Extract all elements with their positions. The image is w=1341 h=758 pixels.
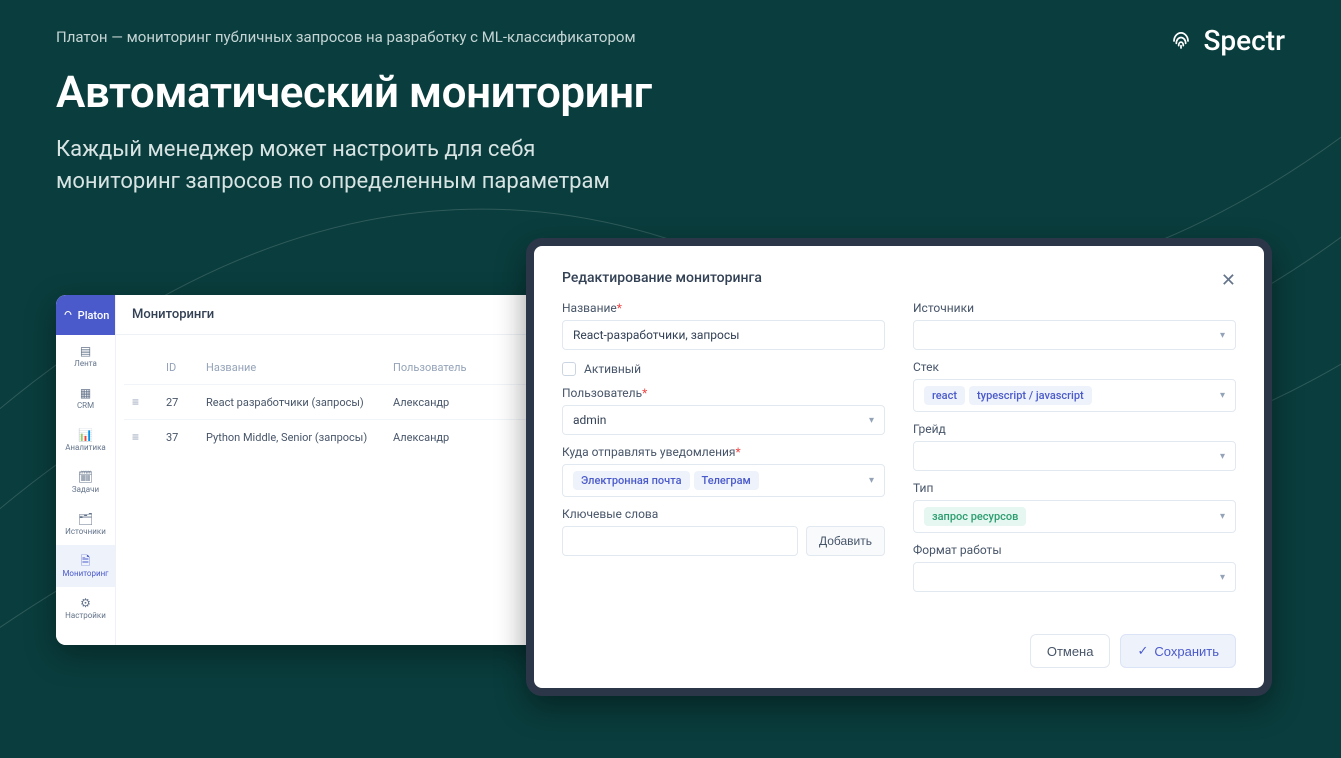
select-sources[interactable] [913, 320, 1236, 350]
app-icon [62, 309, 74, 321]
layers-icon: 🗂 [78, 513, 93, 525]
table-row[interactable]: ≡ 27 React разработчики (запросы) Алекса… [124, 384, 588, 419]
tag-react[interactable]: react [924, 386, 965, 405]
label-notify: Куда отправлять уведомления [562, 445, 736, 459]
list-page-title: Мониторинги [116, 295, 596, 335]
chart-icon: 📊 [78, 429, 93, 441]
grid-icon: ▦ [80, 387, 91, 399]
cell-id: 27 [166, 396, 206, 409]
edit-monitoring-modal: Редактирование мониторинга ✕ Название* R… [526, 238, 1272, 696]
tag-resource-request[interactable]: запрос ресурсов [924, 507, 1026, 526]
save-label: Сохранить [1154, 644, 1219, 659]
select-format[interactable] [913, 562, 1236, 592]
select-stack[interactable]: react typescript / javascript [913, 379, 1236, 412]
calendar-icon: 🗓 [78, 471, 93, 483]
field-stack: Стек react typescript / javascript [913, 360, 1236, 412]
label-format: Формат работы [913, 543, 1236, 557]
sidebar-item-tasks[interactable]: 🗓 Задачи [56, 461, 115, 503]
required-marker: * [642, 386, 647, 400]
table-row[interactable]: ≡ 37 Python Middle, Senior (запросы) Але… [124, 419, 588, 454]
sidebar-item-monitoring[interactable]: 🗎 Мониторинг [56, 545, 115, 587]
select-user[interactable]: admin [562, 405, 885, 435]
document-icon: 🗎 [81, 555, 91, 567]
sidebar-item-label: Лента [74, 359, 97, 368]
selected-user: admin [573, 413, 606, 427]
label-keywords: Ключевые слова [562, 507, 885, 521]
gear-icon: ⚙ [80, 597, 91, 609]
input-name[interactable]: React-разработчики, запросы [562, 320, 885, 350]
sidebar-item-feed[interactable]: ▤ Лента [56, 335, 115, 377]
tag-typescript[interactable]: typescript / javascript [969, 386, 1092, 405]
cell-id: 37 [166, 431, 206, 444]
field-user: Пользователь* admin [562, 386, 885, 435]
drag-handle-icon[interactable]: ≡ [132, 430, 166, 444]
sidebar-item-label: CRM [77, 401, 94, 410]
select-grade[interactable] [913, 441, 1236, 471]
columns-icon: ▤ [80, 345, 91, 357]
monitoring-list-panel: Platon ▤ Лента ▦ CRM 📊 Аналитика 🗓 Задачи 🗂 И… [56, 295, 596, 645]
monitoring-table: ID Название Пользователь ≡ 27 React разр… [116, 335, 596, 470]
app-brand: Platon [56, 295, 115, 335]
sidebar: Platon ▤ Лента ▦ CRM 📊 Аналитика 🗓 Задачи 🗂 И… [56, 295, 116, 645]
field-format: Формат работы [913, 543, 1236, 592]
tag-email[interactable]: Электронная почта [573, 471, 690, 490]
col-name: Название [206, 361, 393, 374]
select-type[interactable]: запрос ресурсов [913, 500, 1236, 533]
label-type: Тип [913, 481, 1236, 495]
close-icon: ✕ [1221, 270, 1236, 290]
breadcrumb: Платон — мониторинг публичных запросов н… [0, 0, 1341, 46]
brand-logo: Spectr [1167, 24, 1285, 57]
brand-text: Spectr [1203, 24, 1285, 57]
save-button[interactable]: ✓ Сохранить [1120, 634, 1236, 668]
col-id: ID [166, 361, 206, 374]
field-notify: Куда отправлять уведомления* Электронная… [562, 445, 885, 497]
sidebar-item-label: Мониторинг [62, 569, 108, 578]
sidebar-item-label: Настройки [65, 611, 106, 620]
checkbox-active[interactable] [562, 362, 576, 376]
sidebar-item-crm[interactable]: ▦ CRM [56, 377, 115, 419]
select-notify[interactable]: Электронная почта Телеграм [562, 464, 885, 497]
page-subtitle: Каждый менеджер может настроить для себя… [56, 134, 616, 198]
app-name: Platon [78, 309, 110, 322]
label-grade: Грейд [913, 422, 1236, 436]
label-name: Название [562, 301, 617, 315]
field-keywords: Ключевые слова Добавить [562, 507, 885, 556]
sidebar-item-label: Задачи [72, 485, 99, 494]
label-sources: Источники [913, 301, 1236, 315]
field-active[interactable]: Активный [562, 362, 885, 376]
field-grade: Грейд [913, 422, 1236, 471]
fingerprint-icon [1167, 27, 1195, 55]
sidebar-item-label: Источники [65, 527, 106, 536]
field-type: Тип запрос ресурсов [913, 481, 1236, 533]
cell-name: React разработчики (запросы) [206, 396, 393, 409]
drag-handle-icon[interactable]: ≡ [132, 395, 166, 409]
required-marker: * [736, 445, 741, 459]
label-user: Пользователь [562, 386, 642, 400]
label-stack: Стек [913, 360, 1236, 374]
modal-title: Редактирование мониторинга [562, 270, 762, 286]
tag-telegram[interactable]: Телеграм [694, 471, 759, 490]
sidebar-item-sources[interactable]: 🗂 Источники [56, 503, 115, 545]
check-icon: ✓ [1137, 643, 1148, 659]
sidebar-item-settings[interactable]: ⚙ Настройки [56, 587, 115, 629]
table-header: ID Название Пользователь [124, 351, 588, 384]
sidebar-item-analytics[interactable]: 📊 Аналитика [56, 419, 115, 461]
add-keyword-button[interactable]: Добавить [806, 526, 885, 556]
input-keyword[interactable] [562, 526, 798, 556]
field-name: Название* React-разработчики, запросы [562, 301, 885, 350]
cancel-button[interactable]: Отмена [1030, 634, 1111, 668]
close-button[interactable]: ✕ [1221, 270, 1236, 291]
label-active: Активный [584, 362, 641, 376]
page-title: Автоматический мониторинг [56, 66, 1285, 118]
cell-name: Python Middle, Senior (запросы) [206, 431, 393, 444]
required-marker: * [617, 301, 622, 315]
field-sources: Источники [913, 301, 1236, 350]
sidebar-item-label: Аналитика [65, 443, 106, 452]
